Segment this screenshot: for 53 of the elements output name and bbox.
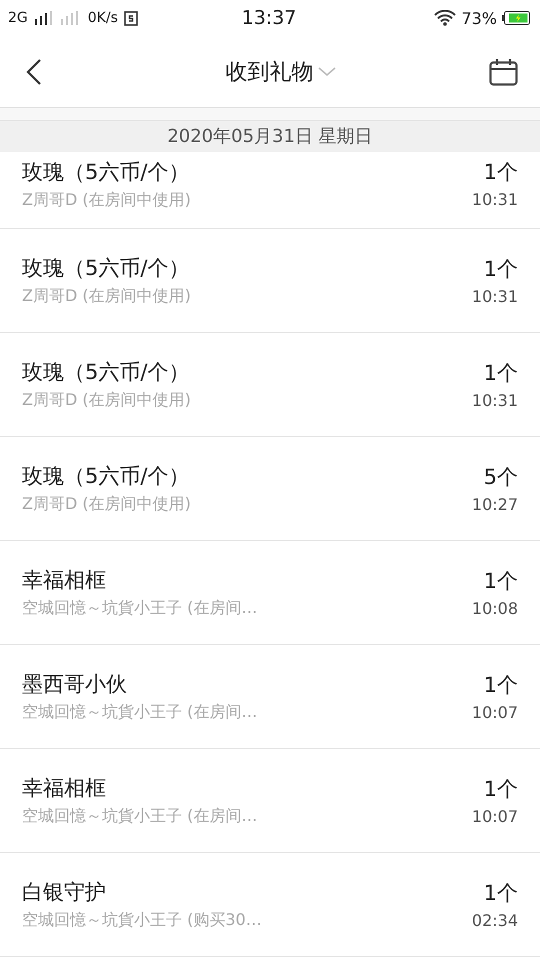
gift-time: 10:31 (472, 287, 518, 306)
app-notification-icon (124, 10, 138, 26)
sender-detail: 空城回憶～坑貨小王子 (在房间… (22, 598, 258, 619)
gift-count: 5个 (484, 464, 518, 491)
gift-time: 02:34 (472, 911, 518, 930)
gift-time: 10:08 (472, 599, 518, 618)
gift-record-row[interactable]: 玫瑰（5六币/个） Z周哥D (在房间中使用) 5个 10:27 (0, 437, 540, 541)
network-type: 2G (8, 10, 28, 26)
battery-percent: 73% (461, 8, 497, 28)
gift-count: 1个 (484, 776, 518, 803)
gift-name: 幸福相框 (22, 567, 107, 594)
sender-detail: Z周哥D (在房间中使用) (22, 286, 191, 307)
gift-count: 1个 (484, 159, 518, 186)
gift-record-row[interactable]: 玫瑰（5六币/个） Z周哥D (在房间中使用) 1个 10:31 (0, 333, 540, 437)
sender-detail: 空城回憶～坑貨小王子 (购买30… (22, 910, 262, 931)
gift-time: 10:31 (472, 190, 518, 209)
gift-time: 10:27 (472, 495, 518, 514)
gift-record-row[interactable]: 幸福相框 空城回憶～坑貨小王子 (在房间… 1个 10:07 (0, 749, 540, 853)
gift-count: 1个 (484, 360, 518, 387)
gift-count: 1个 (484, 880, 518, 907)
gift-name: 墨西哥小伙 (22, 671, 128, 698)
calendar-icon[interactable] (489, 58, 518, 86)
network-speed: 0K/s (88, 10, 118, 26)
gift-name: 玫瑰（5六币/个） (22, 463, 190, 490)
sender-detail: Z周哥D (在房间中使用) (22, 390, 191, 411)
gift-time: 10:07 (472, 703, 518, 722)
gift-count: 1个 (484, 568, 518, 595)
sender-detail: 空城回憶～坑貨小王子 (在房间… (22, 806, 258, 827)
gift-name: 幸福相框 (22, 775, 107, 802)
battery-charging-icon (502, 11, 530, 25)
gift-record-row[interactable]: 白银守护 空城回憶～坑貨小王子 (购买30… 1个 02:34 (0, 853, 540, 957)
sender-detail: Z周哥D (在房间中使用) (22, 494, 191, 515)
date-header: 2020年05月31日 星期日 (0, 121, 540, 152)
gift-record-row[interactable]: 幸福相框 空城回憶～坑貨小王子 (在房间… 1个 10:08 (0, 541, 540, 645)
gift-time: 10:31 (472, 391, 518, 410)
wifi-icon (434, 10, 456, 26)
gift-record-row[interactable]: 玫瑰（5六币/个） Z周哥D (在房间中使用) 1个 10:31 (0, 229, 540, 333)
gift-name: 玫瑰（5六币/个） (22, 359, 190, 386)
gift-count: 1个 (484, 256, 518, 283)
back-icon[interactable] (26, 58, 42, 86)
title-dropdown[interactable]: 收到礼物 (226, 56, 336, 86)
chevron-down-icon (318, 66, 336, 76)
gift-name: 白银守护 (22, 879, 107, 906)
gift-record-row[interactable]: 墨西哥小伙 空城回憶～坑貨小王子 (在房间… 1个 10:07 (0, 645, 540, 749)
clock: 13:37 (242, 7, 296, 29)
sender-detail: 空城回憶～坑貨小王子 (在房间… (22, 702, 258, 723)
gift-record-row[interactable]: 玫瑰（5六币/个） Z周哥D (在房间中使用) 1个 10:31 (0, 152, 540, 229)
gift-name: 玫瑰（5六币/个） (22, 159, 190, 186)
gift-name: 玫瑰（5六币/个） (22, 255, 190, 282)
gift-count: 1个 (484, 672, 518, 699)
gift-time: 10:07 (472, 807, 518, 826)
signal-icon (34, 11, 54, 25)
sender-detail: Z周哥D (在房间中使用) (22, 190, 191, 211)
